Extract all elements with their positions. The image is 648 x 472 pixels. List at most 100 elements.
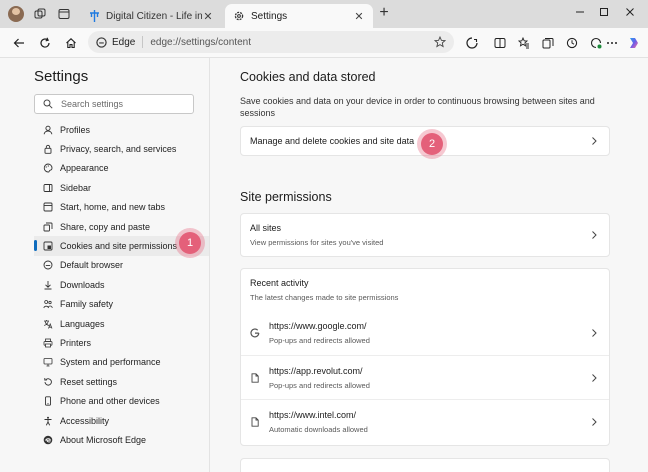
navigation-bar: Edge edge://settings/content — [0, 28, 648, 58]
sidebar-item-profiles[interactable]: Profiles — [34, 120, 210, 139]
sidebar-item-downloads[interactable]: Downloads — [34, 275, 210, 294]
sidebar-item-label: Languages — [60, 318, 105, 329]
history-icon[interactable] — [564, 35, 580, 51]
permissions-section-title: Site permissions — [240, 190, 332, 204]
sidebar-item-label: Appearance — [60, 163, 109, 174]
tab-label: Digital Citizen - Life in a digital w — [106, 10, 202, 22]
system-icon — [43, 357, 53, 367]
printer-icon — [43, 338, 53, 348]
workspaces-icon[interactable] — [32, 6, 48, 22]
sidebar-item-label: About Microsoft Edge — [60, 434, 147, 445]
settings-sidebar: Settings Profiles Privacy, search, and s… — [0, 58, 210, 472]
manage-cookies-label: Manage and delete cookies and site data — [250, 136, 415, 146]
sidebar-icon — [43, 183, 53, 193]
sidebar-item-label: Reset settings — [60, 376, 118, 387]
home-icon[interactable] — [63, 35, 79, 51]
tab-settings[interactable]: Settings ✕ — [225, 4, 373, 28]
search-settings-box[interactable] — [34, 94, 194, 114]
digital-citizen-favicon-icon — [88, 10, 100, 22]
new-tab-button[interactable]: + — [376, 5, 392, 22]
recent-site-url: https://app.revolut.com/ — [269, 365, 363, 376]
sidebar-item-label: Start, home, and new tabs — [60, 202, 166, 213]
sidebar-item-privacy[interactable]: Privacy, search, and services — [34, 139, 210, 158]
more-options-icon[interactable] — [604, 35, 620, 51]
phone-icon — [43, 396, 53, 406]
edge-logo-icon — [43, 435, 53, 445]
profile-icon — [43, 125, 53, 135]
address-bar[interactable]: Edge edge://settings/content — [88, 31, 454, 53]
settings-page: Settings Profiles Privacy, search, and s… — [0, 58, 648, 472]
sidebar-item-printers[interactable]: Printers — [34, 333, 210, 352]
sidebar-item-label: Downloads — [60, 279, 105, 290]
all-sites-subtitle: View permissions for sites you've visite… — [250, 238, 384, 247]
back-arrow-icon[interactable] — [11, 35, 27, 51]
favorite-star-icon[interactable] — [434, 36, 446, 48]
sidebar-item-label: Sidebar — [60, 182, 92, 193]
tab-actions-icon[interactable] — [56, 6, 72, 22]
close-tab-icon[interactable]: ✕ — [353, 10, 365, 23]
copilot-icon[interactable] — [626, 35, 642, 51]
recent-site-detail: Pop-ups and redirects allowed — [269, 336, 370, 345]
download-icon — [43, 280, 53, 290]
favorites-icon[interactable] — [516, 35, 532, 51]
cookie-permissions-icon — [43, 241, 53, 251]
close-window-button[interactable] — [620, 4, 640, 20]
sidebar-item-label: Share, copy and paste — [60, 221, 151, 232]
sidebar-item-start-home[interactable]: Start, home, and new tabs — [34, 198, 210, 217]
sidebar-item-sidebar[interactable]: Sidebar — [34, 178, 210, 197]
recent-item-google[interactable]: https://www.google.com/ Pop-ups and redi… — [241, 311, 609, 355]
performance-icon[interactable] — [588, 35, 604, 51]
all-sites-card: All sites View permissions for sites you… — [240, 213, 610, 257]
sidebar-item-family-safety[interactable]: Family safety — [34, 295, 210, 314]
family-icon — [43, 299, 53, 309]
profile-avatar[interactable] — [8, 6, 24, 22]
sidebar-item-label: Default browser — [60, 260, 124, 271]
sidebar-item-label: Profiles — [60, 124, 91, 135]
search-settings-input[interactable] — [61, 99, 181, 109]
close-tab-icon[interactable]: ✕ — [202, 10, 214, 23]
recent-item-intel[interactable]: https://www.intel.com/ Automatic downloa… — [241, 399, 609, 443]
cookies-section-description: Save cookies and data on your device in … — [240, 96, 595, 118]
sidebar-item-phone-devices[interactable]: Phone and other devices — [34, 391, 210, 410]
sidebar-item-label: Cookies and site permissions — [60, 241, 178, 252]
tab-digital-citizen[interactable]: Digital Citizen - Life in a digital w ✕ — [80, 4, 222, 28]
sidebar-item-reset-settings[interactable]: Reset settings — [34, 372, 210, 391]
sidebar-item-appearance[interactable]: Appearance — [34, 159, 210, 178]
recent-site-detail: Pop-ups and redirects allowed — [269, 380, 370, 390]
annotation-marker-2: 2 — [421, 133, 443, 155]
refresh-icon[interactable] — [37, 35, 53, 51]
sidebar-item-label: Printers — [60, 337, 92, 348]
recent-activity-title: Recent activity — [250, 278, 309, 288]
browser-essentials-icon[interactable] — [464, 35, 480, 51]
sidebar-item-label: System and performance — [60, 357, 161, 368]
chevron-right-icon — [592, 329, 597, 337]
collections-icon[interactable] — [540, 35, 556, 51]
search-icon — [43, 99, 53, 109]
languages-icon — [43, 319, 53, 329]
recent-site-detail: Automatic downloads allowed — [269, 424, 368, 434]
edge-badge[interactable]: Edge — [96, 36, 144, 48]
paint-icon — [43, 163, 53, 173]
edge-badge-label: Edge — [112, 36, 136, 48]
share-icon — [43, 222, 53, 232]
page-icon — [250, 372, 260, 383]
sidebar-item-about-edge[interactable]: About Microsoft Edge — [34, 430, 210, 449]
minimize-button[interactable] — [570, 4, 590, 20]
recent-item-revolut[interactable]: https://app.revolut.com/ Pop-ups and red… — [241, 355, 609, 399]
chevron-right-icon — [592, 373, 597, 382]
all-sites-row[interactable]: All sites View permissions for sites you… — [241, 214, 609, 256]
sidebar-item-accessibility[interactable]: Accessibility — [34, 411, 210, 430]
tab-strip: Digital Citizen - Life in a digital w ✕ … — [0, 0, 648, 28]
chevron-right-icon — [592, 417, 597, 426]
split-screen-icon[interactable] — [492, 35, 508, 51]
recent-activity-card: Recent activity The latest changes made … — [240, 268, 610, 446]
maximize-button[interactable] — [594, 4, 614, 20]
accessibility-icon — [43, 416, 53, 426]
sidebar-item-languages[interactable]: Languages — [34, 314, 210, 333]
recent-site-url: https://www.google.com/ — [269, 321, 367, 331]
gear-icon — [233, 10, 245, 22]
sidebar-item-default-browser[interactable]: Default browser — [34, 256, 210, 275]
edge-logo-icon — [96, 36, 107, 48]
next-card-partial — [240, 458, 610, 472]
sidebar-item-system-performance[interactable]: System and performance — [34, 353, 210, 372]
